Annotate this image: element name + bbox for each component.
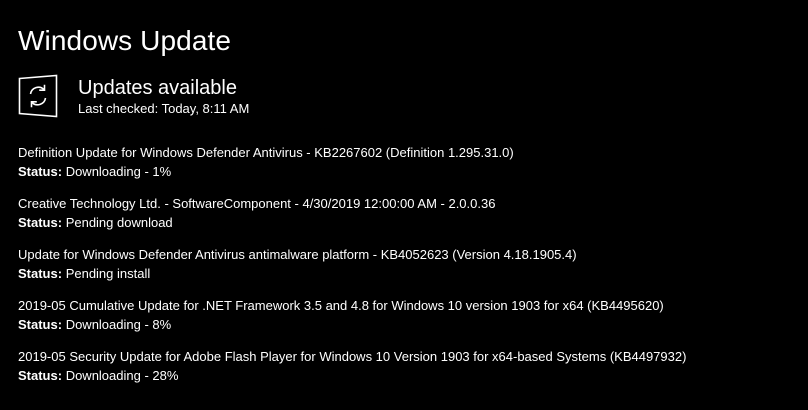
status-value: Downloading - 8% [65, 317, 172, 332]
update-name: 2019-05 Cumulative Update for .NET Frame… [18, 298, 664, 313]
update-status: Status: Downloading - 8% [18, 316, 798, 333]
update-item: Update for Windows Defender Antivirus an… [18, 246, 798, 297]
status-label: Status: [18, 266, 63, 281]
status-label: Status: [18, 368, 63, 383]
status-label: Status: [18, 215, 63, 230]
update-status: Status: Pending download [18, 214, 798, 231]
update-name: Creative Technology Ltd. - SoftwareCompo… [18, 196, 496, 211]
update-list: Definition Update for Windows Defender A… [18, 144, 798, 399]
status-label: Status: [18, 164, 63, 179]
status-value: Pending download [65, 215, 173, 230]
update-status: Status: Downloading - 1% [18, 163, 798, 180]
update-item: Creative Technology Ltd. - SoftwareCompo… [18, 195, 798, 246]
update-status: Status: Pending install [18, 265, 798, 282]
update-name: 2019-05 Security Update for Adobe Flash … [18, 349, 687, 364]
status-label: Status: [18, 317, 63, 332]
status-value: Downloading - 1% [65, 164, 172, 179]
status-value: Pending install [65, 266, 151, 281]
update-item: Definition Update for Windows Defender A… [18, 144, 798, 195]
status-value: Downloading - 28% [65, 368, 179, 383]
update-status: Status: Downloading - 28% [18, 367, 798, 384]
last-checked-text: Last checked: Today, 8:11 AM [78, 101, 250, 116]
update-item: 2019-05 Security Update for Adobe Flash … [18, 348, 798, 399]
update-name: Definition Update for Windows Defender A… [18, 145, 514, 160]
refresh-icon [18, 74, 58, 118]
status-heading: Updates available [78, 77, 237, 99]
update-item: 2019-05 Cumulative Update for .NET Frame… [18, 297, 798, 348]
page-title: Windows Update [18, 25, 232, 56]
update-name: Update for Windows Defender Antivirus an… [18, 247, 577, 262]
